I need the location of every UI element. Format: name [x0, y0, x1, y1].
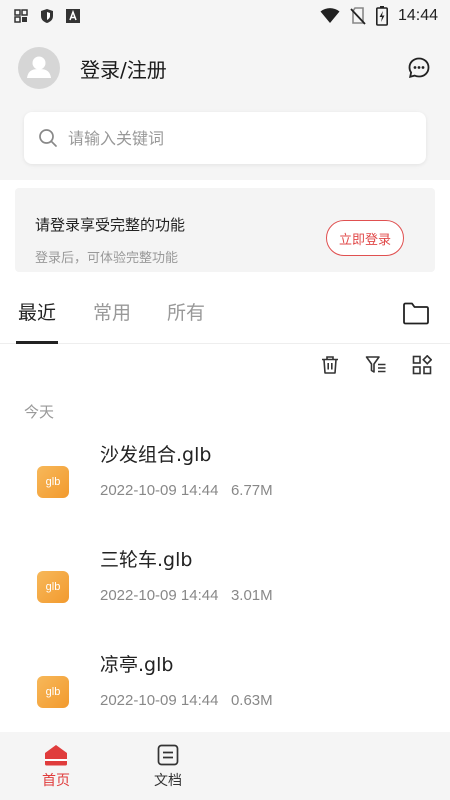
status-left-icons	[14, 8, 80, 24]
file-size: 6.77M	[230, 482, 273, 499]
file-size: 0.63M	[230, 692, 273, 709]
font-a-icon	[66, 9, 80, 23]
nav-home-label: 首页	[42, 773, 70, 789]
file-meta: 2022-10-09 14:44 3.01M	[100, 587, 273, 604]
nav-documents-label: 文档	[154, 773, 182, 789]
search-icon	[39, 129, 57, 147]
status-right-icons: 14:44	[320, 6, 438, 26]
active-tab-indicator	[16, 341, 58, 344]
filter-button[interactable]	[365, 354, 387, 376]
bottom-navigation: 首页 文档	[0, 732, 450, 800]
app-grid-icon	[14, 9, 28, 23]
avatar[interactable]	[18, 47, 60, 89]
banner-subtitle: 登录后，可体验完整功能	[35, 251, 179, 266]
main-content: 请登录享受完整的功能 登录后，可体验完整功能 立即登录 最近 常用 所有 今天 …	[0, 180, 450, 732]
filter-list-icon	[365, 356, 386, 373]
view-mode-button[interactable]	[411, 354, 433, 376]
home-icon	[45, 745, 67, 766]
file-size: 3.01M	[230, 587, 273, 604]
profile-header: 登录/注册	[0, 40, 450, 96]
wifi-icon	[320, 8, 340, 23]
tab-recent[interactable]: 最近	[18, 298, 56, 325]
glb-file-icon: glb	[37, 676, 69, 708]
folder-icon[interactable]	[402, 300, 430, 326]
nav-home[interactable]: 首页	[31, 744, 81, 790]
tab-all[interactable]: 所有	[167, 298, 205, 325]
search-bar[interactable]	[24, 112, 426, 164]
file-meta: 2022-10-09 14:44 0.63M	[100, 692, 273, 709]
status-bar: 14:44	[0, 0, 450, 32]
file-tabs: 最近 常用 所有	[0, 290, 450, 344]
status-time: 14:44	[397, 7, 438, 24]
nav-documents[interactable]: 文档	[143, 744, 193, 790]
delete-button[interactable]	[319, 354, 341, 376]
login-promo-banner: 请登录享受完整的功能 登录后，可体验完整功能 立即登录	[15, 188, 435, 272]
file-list-item[interactable]: glb 三轮车.glb 2022-10-09 14:44 3.01M	[0, 545, 450, 645]
tab-frequent[interactable]: 常用	[93, 298, 131, 325]
login-now-button[interactable]: 立即登录	[326, 220, 404, 256]
section-today-label: 今天	[24, 403, 55, 421]
file-date: 2022-10-09 14:44	[100, 587, 219, 604]
shield-icon	[41, 9, 53, 23]
file-name: 凉亭.glb	[100, 654, 174, 676]
file-date: 2022-10-09 14:44	[100, 692, 219, 709]
trash-icon	[322, 356, 338, 374]
user-avatar-icon	[27, 56, 51, 78]
messages-button[interactable]	[406, 55, 432, 81]
grid-view-icon	[412, 355, 432, 375]
file-name: 三轮车.glb	[100, 549, 193, 571]
file-list-item[interactable]: glb 沙发组合.glb 2022-10-09 14:44 6.77M	[0, 440, 450, 540]
document-icon	[157, 744, 179, 766]
chat-bubble-icon	[408, 57, 430, 79]
file-meta: 2022-10-09 14:44 6.77M	[100, 482, 273, 499]
list-toolbar	[319, 354, 433, 376]
glb-file-icon: glb	[37, 571, 69, 603]
login-register-link[interactable]: 登录/注册	[80, 54, 167, 83]
file-name: 沙发组合.glb	[100, 444, 212, 466]
no-sim-icon	[350, 7, 366, 25]
glb-file-icon: glb	[37, 466, 69, 498]
file-date: 2022-10-09 14:44	[100, 482, 219, 499]
battery-charging-icon	[375, 6, 388, 26]
banner-title: 请登录享受完整的功能	[35, 216, 186, 234]
search-input[interactable]	[68, 128, 398, 148]
